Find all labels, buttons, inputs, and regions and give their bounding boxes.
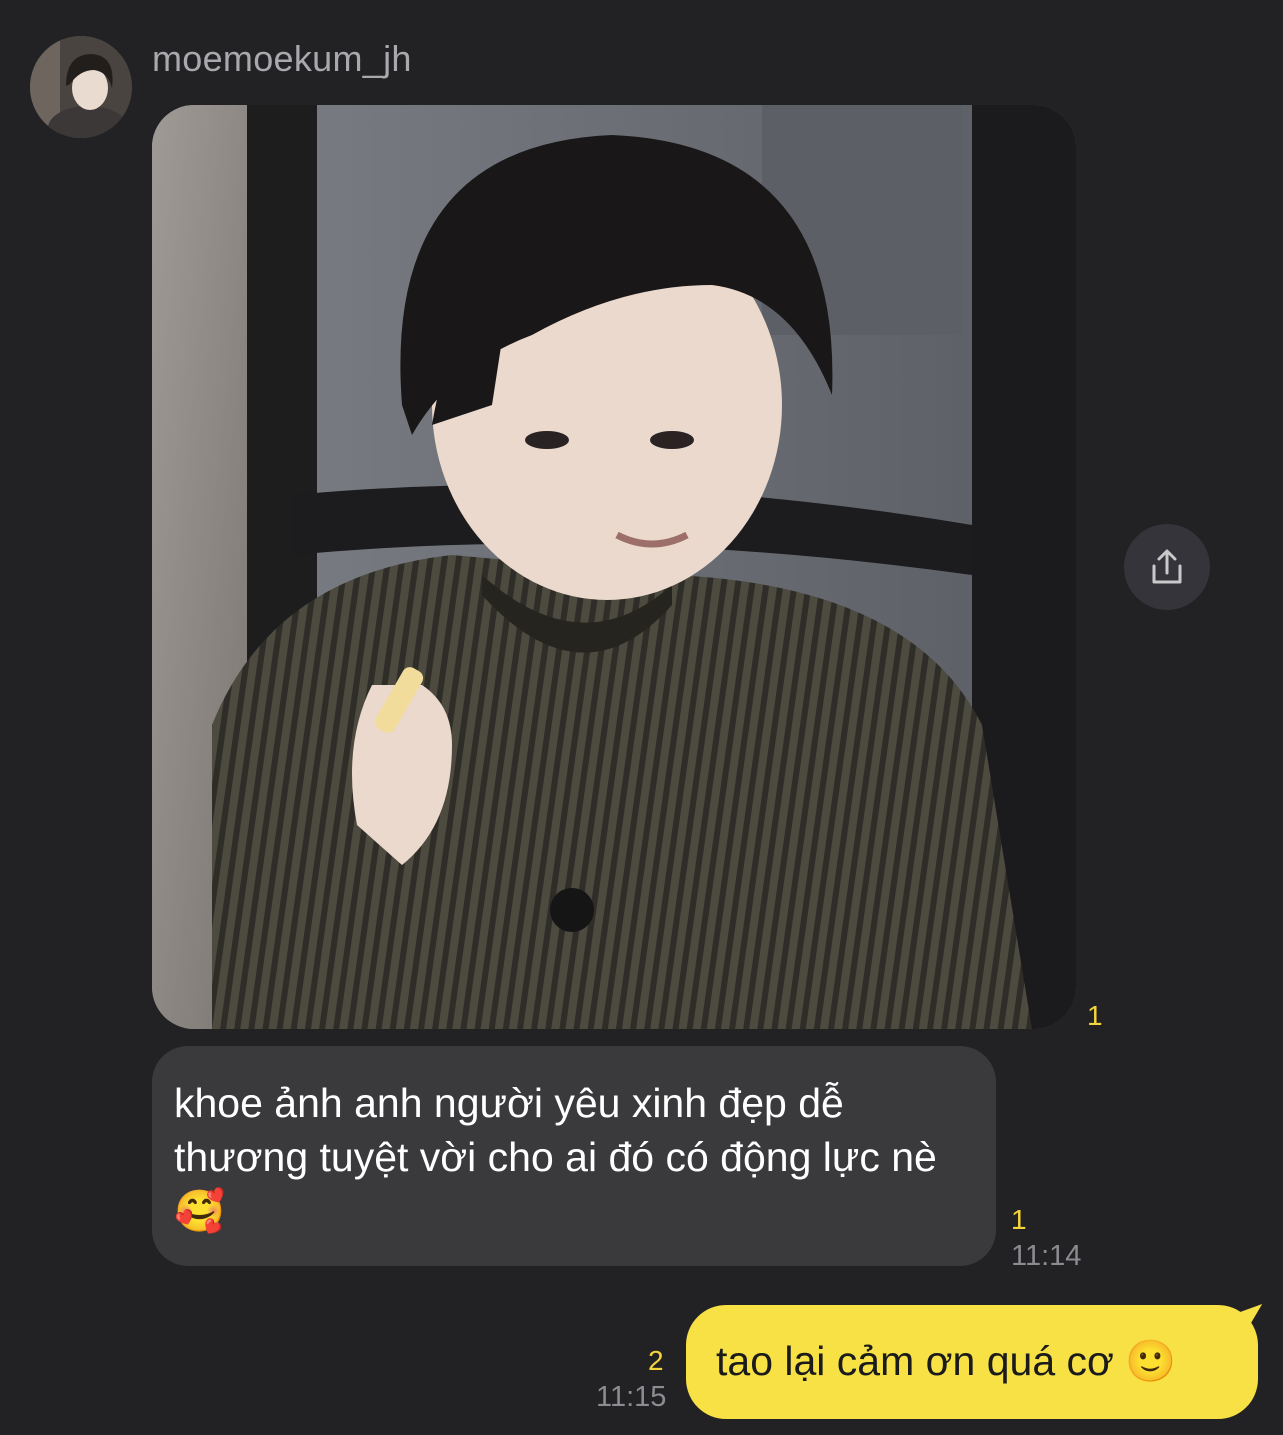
outgoing-text-message[interactable]: tao lại cảm ơn quá cơ 🙂 <box>686 1304 1272 1419</box>
sender-avatar[interactable] <box>30 36 132 138</box>
incoming-text-message[interactable]: khoe ảnh anh người yêu xinh đẹp dễ thươn… <box>152 1046 996 1266</box>
bubble-tail <box>1230 1304 1272 1342</box>
photo-message[interactable] <box>152 105 1076 1029</box>
chat-view: moemoekum_jh 1 khoe ảnh anh người yêu xi… <box>0 0 1283 1435</box>
text-timestamp: 11:14 <box>1011 1240 1082 1272</box>
sender-username: moemoekum_jh <box>152 38 412 79</box>
text-unread-count: 1 <box>1011 1204 1027 1235</box>
share-icon <box>1152 549 1182 584</box>
profile-photo <box>30 36 132 138</box>
reply-unread-count: 2 <box>648 1345 664 1376</box>
photo-unread-count: 1 <box>1087 1000 1103 1031</box>
shared-photo <box>152 105 1076 1029</box>
share-button[interactable] <box>1124 524 1210 610</box>
incoming-message-text: khoe ảnh anh người yêu xinh đẹp dễ thươn… <box>174 1080 937 1234</box>
reply-timestamp: 11:15 <box>596 1381 667 1413</box>
outgoing-message-text: tao lại cảm ơn quá cơ 🙂 <box>716 1338 1177 1384</box>
